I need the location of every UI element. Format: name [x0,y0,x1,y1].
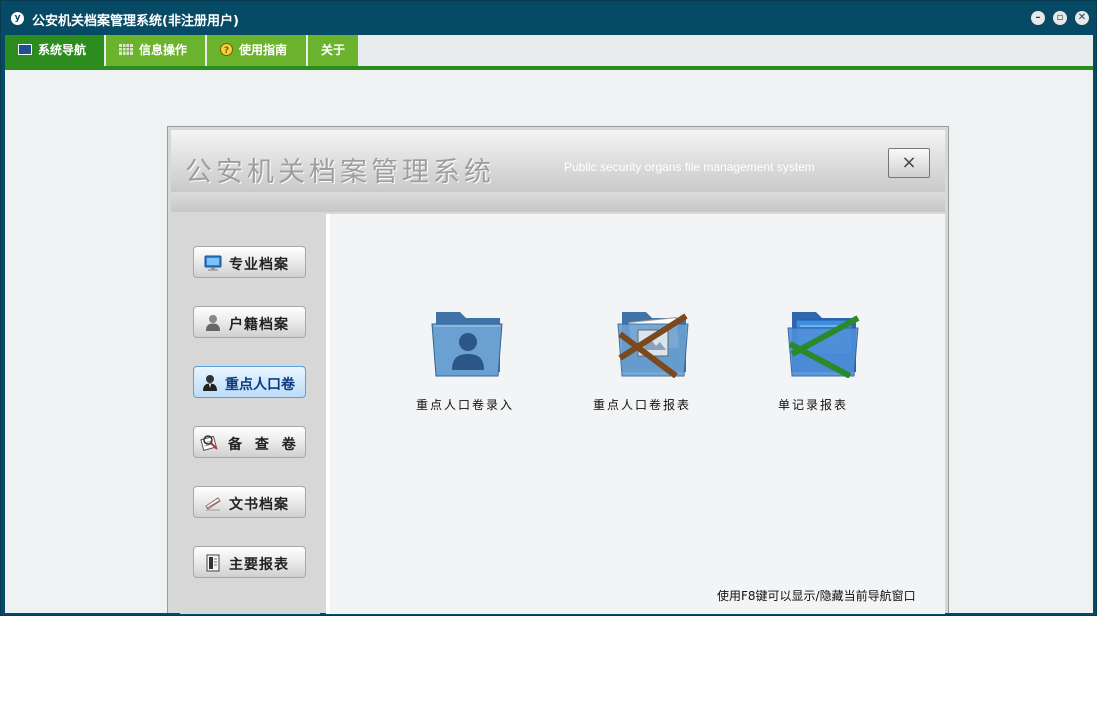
content-area: 公安机关档案管理系统 Public security organs file m… [5,70,1093,614]
restore-icon[interactable]: ▫ [1053,11,1067,25]
window-title: 公安机关档案管理系统(非注册用户) [32,14,239,29]
main-item-label: 单记录报表 [778,398,849,412]
menu-item-system-nav[interactable]: 系统导航 [5,35,106,66]
grid-icon [119,44,133,55]
svg-text:?: ? [224,46,229,56]
panel-subtitle: Public security organs file management s… [564,160,815,174]
sidebar-item-label: 重点人口卷 [225,377,295,393]
person-icon [206,315,220,331]
close-icon[interactable]: ✕ [1075,11,1089,25]
sidebar-item-label: 主要报表 [229,557,289,573]
key-population-report-button[interactable] [616,304,692,379]
report-folder-icon [617,312,689,379]
sidebar-item-document-files[interactable]: 文书档案 [193,486,306,518]
person-icon [203,375,217,391]
app-window: y 公安机关档案管理系统(非注册用户) – ▫ ✕ 系统导航 信息操作 ? 使用指… [0,0,1097,616]
menu-item-user-guide[interactable]: ? 使用指南 [207,35,308,66]
document-icon [205,497,221,511]
sidebar-item-main-reports[interactable]: 主要报表 [193,546,306,578]
app-logo-icon: y [11,12,24,25]
panel-band [171,192,945,212]
report-icon [206,554,220,572]
sidebar-item-household-files[interactable]: 户籍档案 [193,306,306,338]
menu-item-label: 系统导航 [38,43,87,57]
panel-close-button[interactable]: × [888,148,930,178]
minimize-icon[interactable]: – [1031,11,1045,25]
person-folder-icon [431,312,503,377]
sidebar-item-reference-files[interactable]: 备 查 卷 [193,426,306,458]
main-item-label: 重点人口卷报表 [593,398,692,412]
menu-item-info-operation[interactable]: 信息操作 [106,35,207,66]
record-folder-icon [787,312,860,379]
panel-title: 公安机关档案管理系统 [185,157,495,188]
monitor-icon [204,255,222,271]
sidebar-item-key-population[interactable]: 重点人口卷 [193,366,306,398]
sidebar-item-label: 文书档案 [229,497,289,513]
menu-bar: 系统导航 信息操作 ? 使用指南 关于 [5,35,1093,66]
main-item-label: 重点人口卷录入 [416,398,515,412]
help-icon: ? [220,43,233,56]
f8-hint-text: 使用F8键可以显示/隐藏当前导航窗口 [717,589,916,603]
panel-header: 公安机关档案管理系统 Public security organs file m… [171,130,945,192]
navigation-panel: 公安机关档案管理系统 Public security organs file m… [167,126,949,614]
menu-item-label: 关于 [320,43,345,57]
sidebar-item-professional-files[interactable]: 专业档案 [193,246,306,278]
menu-item-about[interactable]: 关于 [308,35,360,66]
magnifier-icon [200,435,218,451]
menu-item-label: 信息操作 [139,43,188,57]
monitor-icon [18,44,32,55]
panel-main: 重点人口卷录入 重点人口卷报表 单记录报表 使用F8键可以显示/隐藏当前导航窗口 [326,214,945,614]
close-icon: × [901,152,917,173]
single-record-report-button[interactable] [786,304,862,379]
sidebar-item-label: 备 查 卷 [228,437,300,453]
sidebar-item-label: 专业档案 [229,257,289,273]
panel-sidebar: 专业档案 户籍档案 重点人口卷 备 查 卷 文书档案 主要报表 [180,214,320,614]
key-population-entry-button[interactable] [430,304,506,378]
sidebar-item-label: 户籍档案 [229,317,289,333]
title-bar: y 公安机关档案管理系统(非注册用户) – ▫ ✕ [1,1,1096,35]
menu-item-label: 使用指南 [239,43,288,57]
